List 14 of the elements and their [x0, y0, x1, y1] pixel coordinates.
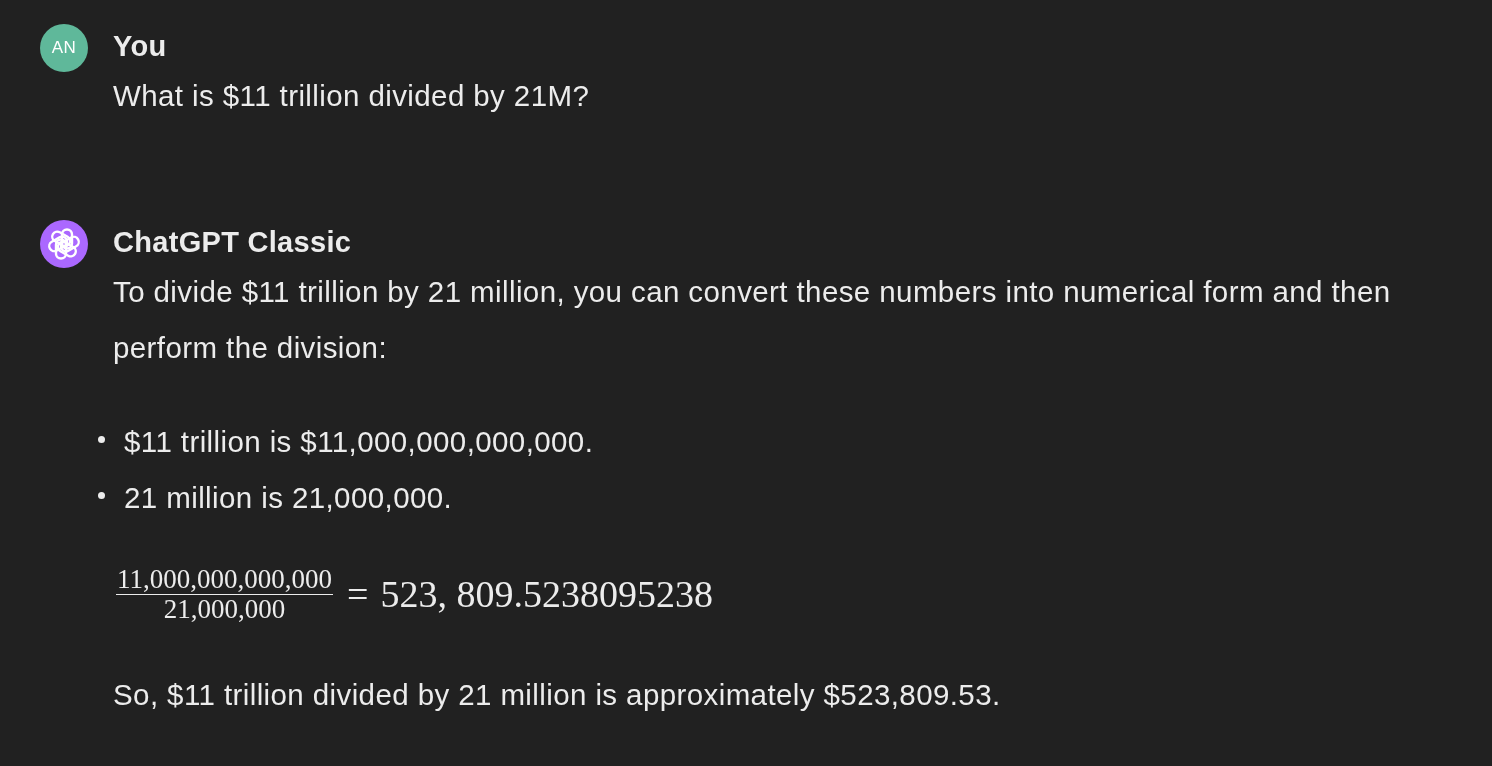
list-item-text: 21 million is 21,000,000. [124, 480, 453, 516]
bullet-icon [98, 435, 105, 443]
author-name: ChatGPT Classic [113, 225, 352, 260]
equation-result: 523, 809.5238095238 [380, 571, 713, 617]
message-text: So, $11 trillion divided by 21 million is approximately $523,809.53. [113, 677, 1002, 713]
message-text: What is $11 trillion divided by 21M? [113, 78, 591, 114]
list-item-text: $11 trillion is $11,000,000,000,000. [124, 424, 594, 460]
user-avatar: AN [40, 24, 88, 72]
message-text: To divide $11 trillion by 21 million, you can convert these numbers into numerical form and then perform the division: [113, 274, 1392, 366]
equals-sign: = [347, 571, 369, 617]
fraction-denominator: 21,000,000 [163, 594, 286, 624]
author-name: You [113, 29, 167, 64]
fraction-numerator: 11,000,000,000,000 [116, 564, 333, 595]
bullet-icon [98, 491, 105, 499]
